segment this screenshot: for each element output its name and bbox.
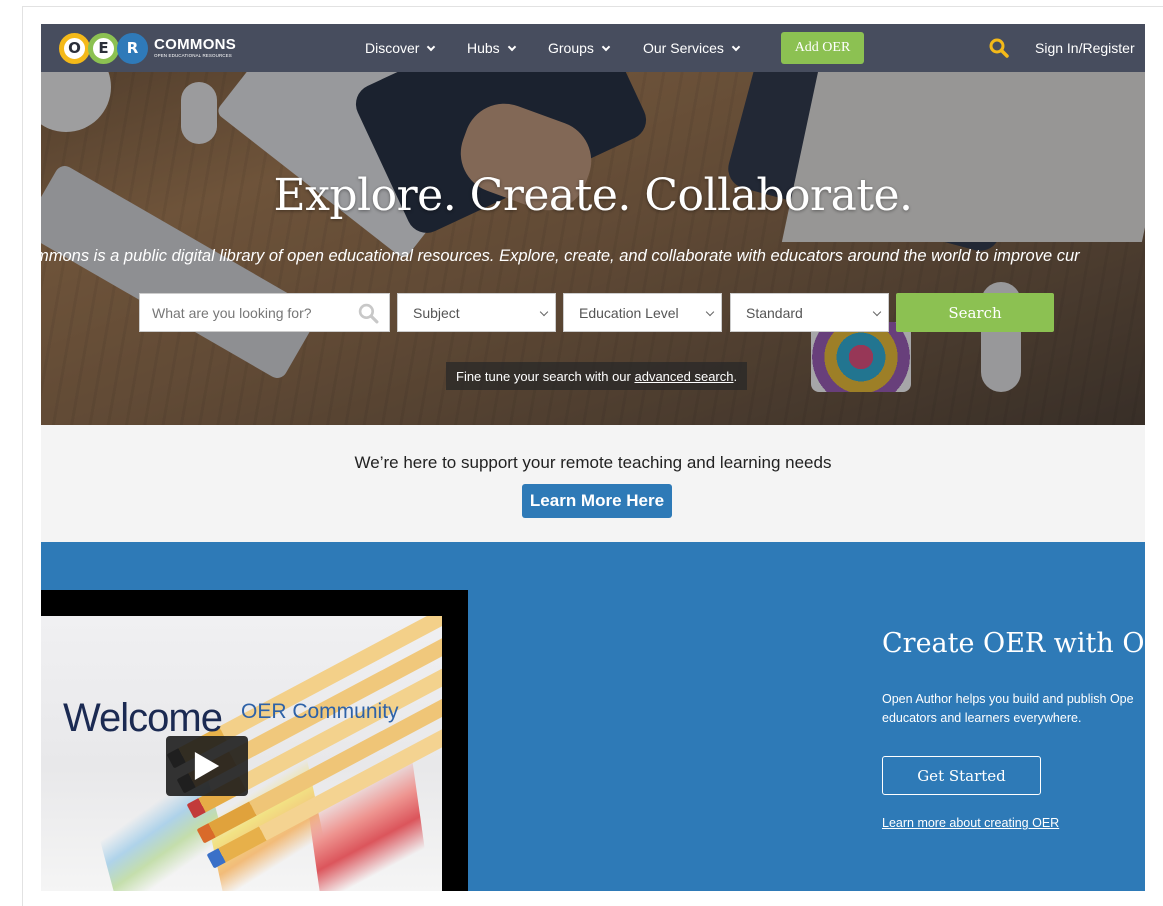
remote-support-banner: We’re here to support your remote teachi… (41, 425, 1145, 542)
finetune-text: Fine tune your search with our (456, 368, 635, 384)
top-nav: O E R COMMONS OPEN EDUCATIONAL RESOURCES… (41, 24, 1145, 72)
search-icon[interactable] (358, 303, 379, 324)
logo-text: COMMONS OPEN EDUCATIONAL RESOURCES (154, 37, 236, 59)
video-community-text: OER Community (241, 700, 399, 723)
oer-commons-logo[interactable]: O E R COMMONS OPEN EDUCATIONAL RESOURCES (59, 30, 236, 66)
create-oer-section: Welcome OER Community Create OER with Op… (41, 542, 1145, 891)
search-button[interactable]: Search (896, 293, 1054, 332)
learn-creating-oer-link[interactable]: Learn more about creating OER (882, 816, 1059, 830)
advanced-search-link[interactable]: advanced search (634, 369, 733, 384)
page: O E R COMMONS OPEN EDUCATIONAL RESOURCES… (41, 24, 1145, 891)
hero-title: Explore. Create. Collaborate. (273, 170, 913, 221)
hero-tagline: mmons is a public digital library of ope… (41, 247, 1080, 265)
logo-subtitle: OPEN EDUCATIONAL RESOURCES (154, 53, 232, 59)
chevron-down-icon (731, 42, 741, 51)
nav-menu: Our Services (643, 24, 741, 72)
search-icon[interactable] (989, 38, 1009, 58)
chevron-down-icon (507, 42, 516, 51)
video-welcome-text: Welcome (63, 696, 223, 740)
nav-item-discover[interactable]: Discover (365, 40, 436, 56)
advanced-search-hint: Fine tune your search with our advanced … (446, 362, 748, 390)
subject-select[interactable]: Subject (397, 293, 556, 332)
nav-item-label: Hubs (467, 40, 500, 56)
standard-select-value: Standard (746, 304, 803, 321)
search-input[interactable] (152, 304, 352, 321)
education-level-select[interactable]: Education Level (563, 293, 722, 332)
logo-name: COMMONS (154, 36, 237, 54)
nav-item-label: Our Services (643, 40, 724, 56)
play-button[interactable] (166, 736, 248, 796)
logo-letter-o: O (59, 32, 90, 64)
education-level-select-value: Education Level (579, 304, 679, 321)
standard-select[interactable]: Standard (730, 293, 889, 332)
support-text: We’re here to support your remote teachi… (354, 453, 832, 472)
chevron-down-icon (539, 307, 549, 317)
nav-menu: Groups (548, 24, 611, 72)
create-oer-heading: Create OER with Ope (882, 628, 1145, 659)
chevron-down-icon (705, 307, 715, 317)
nav-item-label: Groups (548, 40, 594, 56)
nav-item-our-services[interactable]: Our Services (643, 40, 741, 56)
video-thumbnail: Welcome OER Community (41, 616, 442, 891)
play-icon (194, 752, 220, 780)
search-field[interactable] (139, 293, 390, 332)
nav-menu: Discover (365, 24, 436, 72)
hero-banner: Explore. Create. Collaborate. mmons is a… (41, 72, 1145, 425)
subject-select-value: Subject (413, 304, 460, 321)
add-oer-button[interactable]: Add OER (781, 32, 864, 64)
logo-letter-e: E (88, 32, 119, 64)
nav-item-hubs[interactable]: Hubs (467, 40, 516, 56)
get-started-button[interactable]: Get Started (882, 756, 1041, 795)
nav-item-label: Discover (365, 40, 420, 56)
chevron-down-icon (427, 42, 436, 51)
nav-menu: Hubs (467, 24, 516, 72)
welcome-video[interactable]: Welcome OER Community (41, 590, 468, 891)
logo-letter-r: R (117, 32, 148, 64)
sign-in-register-link[interactable]: Sign In/Register (1035, 24, 1135, 72)
learn-more-button[interactable]: Learn More Here (522, 484, 672, 518)
create-oer-description: Open Author helps you build and publish … (882, 692, 1134, 725)
chevron-down-icon (601, 42, 611, 51)
nav-item-groups[interactable]: Groups (548, 40, 611, 56)
finetune-suffix: . (733, 368, 738, 384)
chevron-down-icon (872, 307, 882, 317)
